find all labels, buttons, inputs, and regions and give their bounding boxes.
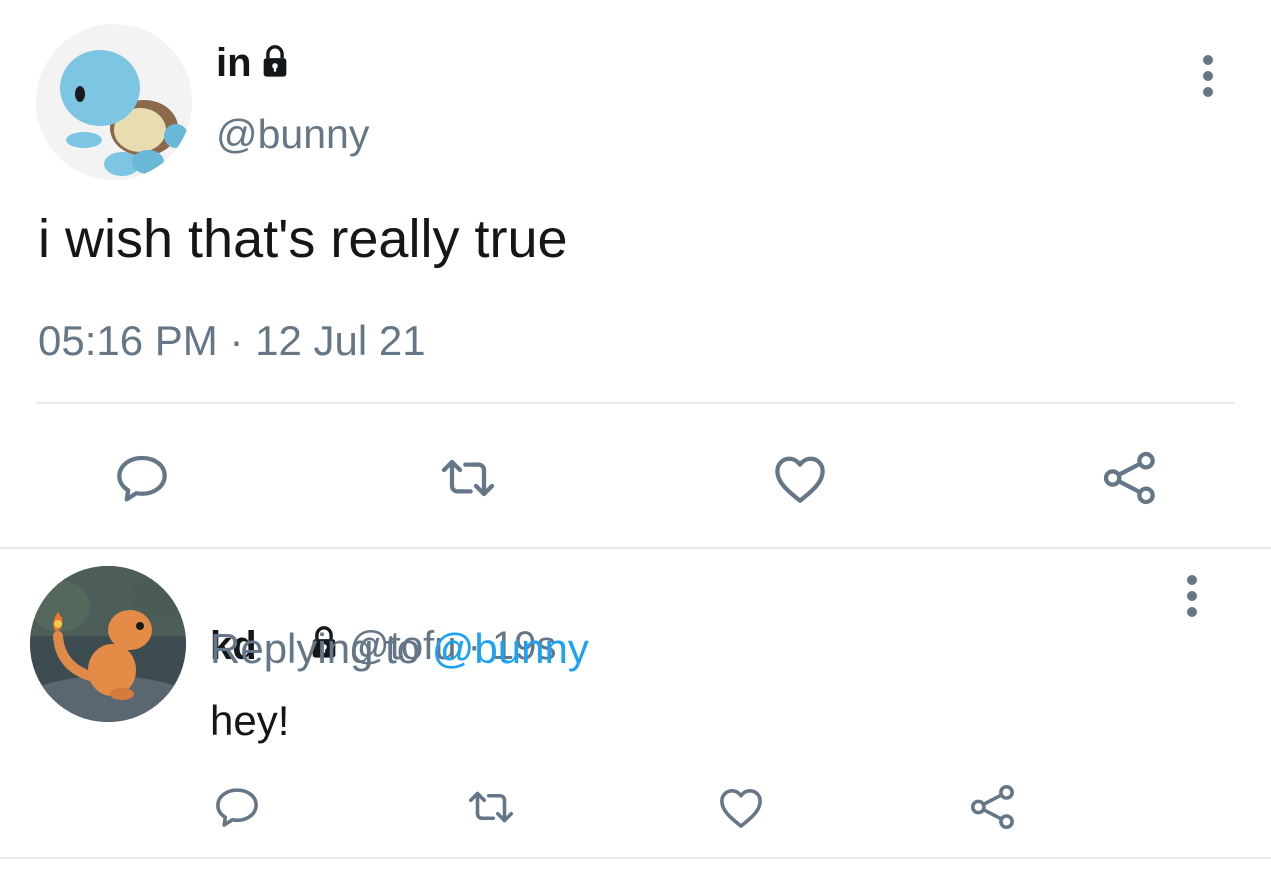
share-button[interactable] (966, 780, 1020, 834)
retweet-icon (441, 459, 495, 497)
replying-to: Replying to @bunny (210, 622, 589, 676)
like-icon (720, 789, 762, 828)
avatar-main[interactable] (36, 24, 192, 180)
share-icon (970, 784, 1014, 830)
main-display-name[interactable]: in (216, 38, 252, 88)
more-options-icon[interactable] (1178, 574, 1206, 618)
reply-text: hey! (210, 697, 290, 744)
reply-button[interactable] (210, 780, 264, 834)
like-icon (775, 456, 825, 503)
retweet-button[interactable] (436, 446, 500, 510)
avatar-reply[interactable] (30, 566, 186, 722)
divider (0, 857, 1271, 859)
tweet-time: 05:16 PM (38, 317, 218, 364)
meta-separator: · (217, 317, 256, 364)
more-options-icon[interactable] (1194, 54, 1222, 98)
charmander-avatar-image (30, 566, 186, 722)
main-author-row: in (216, 38, 292, 88)
tweet-timestamp[interactable]: 05:16 PM · 12 Jul 21 (38, 314, 426, 368)
divider (0, 547, 1271, 549)
reply-icon (216, 788, 258, 827)
like-button[interactable] (714, 780, 768, 834)
share-icon (1103, 451, 1155, 505)
retweet-icon (468, 791, 514, 823)
main-handle[interactable]: @bunny (216, 108, 369, 160)
like-button[interactable] (768, 446, 832, 510)
lock-icon (258, 44, 292, 83)
replying-to-label: Replying to (210, 625, 432, 672)
tweet-date: 12 Jul 21 (255, 317, 426, 364)
tweet-text: i wish that's really true (38, 209, 568, 269)
retweet-button[interactable] (464, 780, 518, 834)
share-button[interactable] (1098, 446, 1162, 510)
divider (36, 402, 1235, 404)
replying-to-handle-link[interactable]: @bunny (432, 625, 589, 672)
reply-icon (117, 455, 167, 502)
squirtle-avatar-image (36, 24, 192, 180)
reply-button[interactable] (110, 446, 174, 510)
